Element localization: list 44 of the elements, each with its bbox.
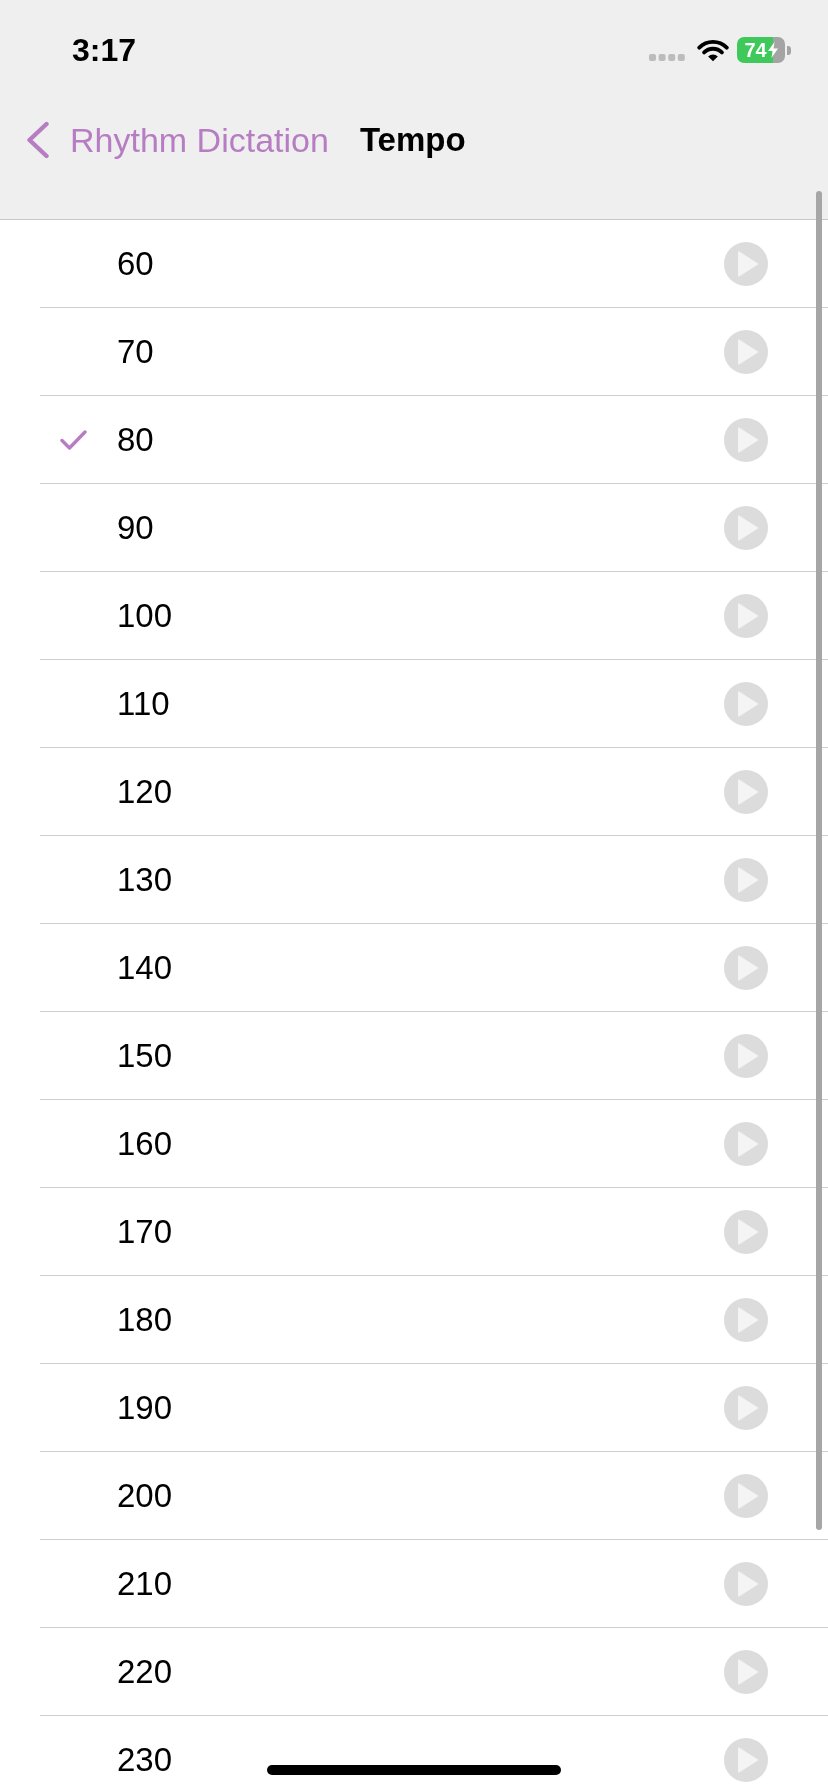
play-icon[interactable] [724,1473,768,1518]
tempo-value: 80 [117,419,154,460]
status-time: 3:17 [72,34,137,66]
tempo-value: 70 [117,331,154,372]
play-icon[interactable] [724,1121,768,1166]
play-icon[interactable] [724,241,768,286]
signal-icon [649,53,685,61]
play-icon[interactable] [724,681,768,726]
play-icon[interactable] [724,1737,768,1782]
nav-title: Tempo [359,120,466,160]
play-icon[interactable] [724,1297,768,1342]
tempo-value: 140 [117,947,173,988]
tempo-value: 60 [117,243,154,284]
wifi-icon [697,38,729,62]
play-icon[interactable] [724,857,768,902]
tempo-value: 210 [117,1563,173,1604]
play-icon[interactable] [724,945,768,990]
tempo-value: 190 [117,1387,173,1428]
play-icon[interactable] [724,417,768,462]
checkmark-icon [60,429,87,450]
tempo-value: 120 [117,771,173,812]
tempo-value: 180 [117,1299,173,1340]
tempo-value: 200 [117,1475,173,1516]
play-icon[interactable] [724,1561,768,1606]
play-icon[interactable] [724,329,768,374]
play-icon[interactable] [724,1649,768,1694]
tempo-value: 160 [117,1123,173,1164]
tempo-value: 130 [117,859,173,900]
tempo-value: 220 [117,1651,173,1692]
play-icon[interactable] [724,769,768,814]
play-icon[interactable] [724,1033,768,1078]
back-chevron-icon [25,121,50,159]
play-icon[interactable] [724,1385,768,1430]
tempo-value: 90 [117,507,154,548]
play-icon[interactable] [724,505,768,550]
bolt-icon [767,42,778,58]
battery-percentage: 74 [744,40,767,60]
play-icon[interactable] [724,1209,768,1254]
tempo-value: 230 [117,1739,173,1780]
tempo-value: 170 [117,1211,173,1252]
play-icon[interactable] [724,593,768,638]
tempo-value: 110 [117,683,170,724]
tempo-value: 100 [117,595,173,636]
tempo-value: 150 [117,1035,173,1076]
